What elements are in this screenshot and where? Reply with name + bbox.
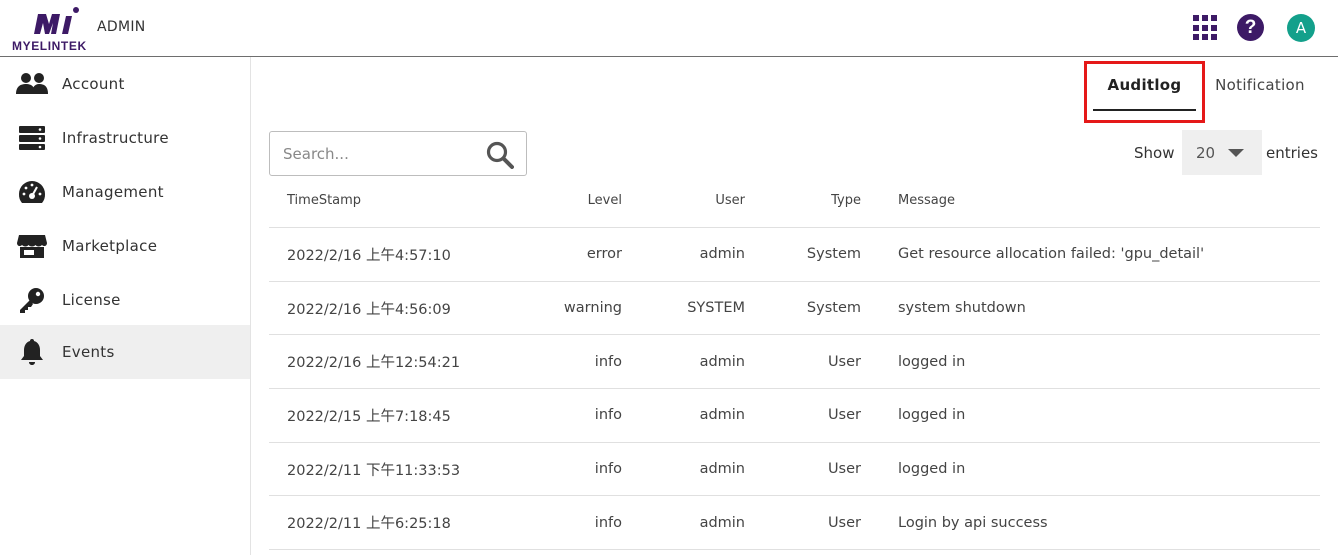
- cell-level: error: [586, 246, 622, 263]
- dashboard-gauge-icon: [15, 177, 49, 207]
- cell-message: Login by api success: [898, 514, 1048, 531]
- logo-mark-icon: [34, 7, 79, 34]
- sidebar-item-label: License: [62, 291, 121, 309]
- sidebar-item-label: Account: [62, 75, 125, 93]
- cell-user: admin: [699, 514, 745, 531]
- table-row[interactable]: 2022/2/15 上午7:18:45 info admin User logg…: [269, 389, 1320, 443]
- cell-message: system shutdown: [898, 300, 1026, 317]
- show-label: Show: [1134, 144, 1175, 162]
- sidebar-item-label: Events: [62, 343, 115, 361]
- column-header-type[interactable]: Type: [831, 174, 861, 227]
- entries-label: entries: [1266, 144, 1318, 162]
- tab-notification[interactable]: Notification: [1205, 63, 1315, 111]
- store-icon: [15, 231, 49, 261]
- cell-user: admin: [699, 246, 745, 263]
- server-icon: [15, 123, 49, 153]
- sidebar-item-infrastructure[interactable]: Infrastructure: [0, 111, 250, 165]
- bell-icon: [15, 337, 49, 367]
- cell-timestamp: 2022/2/15 上午7:18:45: [287, 408, 451, 425]
- cell-level: info: [594, 514, 622, 531]
- user-avatar[interactable]: A: [1287, 14, 1315, 42]
- users-icon: [15, 69, 49, 99]
- sidebar-item-account[interactable]: Account: [0, 57, 250, 111]
- search-box: [269, 131, 527, 176]
- cell-timestamp: 2022/2/11 上午6:25:18: [287, 516, 451, 533]
- search-icon[interactable]: [486, 141, 514, 169]
- sidebar-item-label: Management: [62, 183, 164, 201]
- cell-user: admin: [699, 461, 745, 478]
- cell-user: SYSTEM: [687, 300, 745, 317]
- cell-type: User: [827, 407, 861, 424]
- sidebar-item-events[interactable]: Events: [0, 325, 250, 379]
- table-header-row: TimeStamp Level User Type Message: [269, 174, 1320, 228]
- cell-type: User: [827, 514, 861, 531]
- sidebar-item-label: Infrastructure: [62, 129, 169, 147]
- sidebar-item-management[interactable]: Management: [0, 165, 250, 219]
- cell-level: info: [594, 353, 622, 370]
- column-header-timestamp[interactable]: TimeStamp: [287, 174, 361, 227]
- cell-level: info: [594, 407, 622, 424]
- myelintek-logo[interactable]: MYELINTEK: [12, 4, 102, 53]
- table-row[interactable]: 2022/2/11 上午6:25:18 info admin User Logi…: [269, 496, 1320, 551]
- cell-user: admin: [699, 353, 745, 370]
- sidebar-item-license[interactable]: License: [0, 273, 250, 327]
- cell-message: logged in: [898, 407, 966, 424]
- apps-grid-icon[interactable]: [1193, 15, 1219, 41]
- cell-message: Get resource allocation failed: 'gpu_det…: [898, 246, 1205, 263]
- cell-message: logged in: [898, 461, 966, 478]
- cell-level: warning: [563, 300, 622, 317]
- help-icon[interactable]: ?: [1237, 14, 1264, 41]
- sidebar-item-label: Marketplace: [62, 237, 158, 255]
- cell-timestamp: 2022/2/16 上午4:56:09: [287, 301, 451, 318]
- cell-timestamp: 2022/2/16 上午4:57:10: [287, 247, 451, 264]
- caret-down-icon: [1228, 149, 1244, 157]
- cell-type: System: [806, 246, 861, 263]
- entries-value: 20: [1196, 144, 1216, 162]
- audit-log-table: TimeStamp Level User Type Message 2022/2…: [269, 174, 1320, 551]
- cell-message: logged in: [898, 353, 966, 370]
- cell-level: info: [594, 461, 622, 478]
- cell-user: admin: [699, 407, 745, 424]
- cell-type: User: [827, 461, 861, 478]
- entries-select[interactable]: 20: [1182, 130, 1262, 175]
- key-icon: [15, 285, 49, 315]
- column-header-message[interactable]: Message: [898, 174, 955, 227]
- brand-name: MYELINTEK: [12, 39, 87, 53]
- cell-type: System: [806, 300, 861, 317]
- sidebar: Account Infrastructure Management Market…: [0, 57, 251, 555]
- column-header-user[interactable]: User: [715, 174, 745, 227]
- role-label: ADMIN: [97, 19, 146, 35]
- table-row[interactable]: 2022/2/11 下午11:33:53 info admin User log…: [269, 443, 1320, 497]
- top-header: MYELINTEK ADMIN ? A: [0, 0, 1338, 57]
- search-input[interactable]: [270, 132, 480, 175]
- column-header-level[interactable]: Level: [588, 174, 622, 227]
- table-row[interactable]: 2022/2/16 上午4:57:10 error admin System G…: [269, 228, 1320, 282]
- table-row[interactable]: 2022/2/16 上午4:56:09 warning SYSTEM Syste…: [269, 282, 1320, 336]
- table-row[interactable]: 2022/2/16 上午12:54:21 info admin User log…: [269, 335, 1320, 390]
- highlight-annotation: [1084, 61, 1205, 123]
- cell-type: User: [827, 353, 861, 370]
- sidebar-item-marketplace[interactable]: Marketplace: [0, 219, 250, 273]
- cell-timestamp: 2022/2/16 上午12:54:21: [287, 355, 461, 372]
- cell-timestamp: 2022/2/11 下午11:33:53: [287, 462, 461, 479]
